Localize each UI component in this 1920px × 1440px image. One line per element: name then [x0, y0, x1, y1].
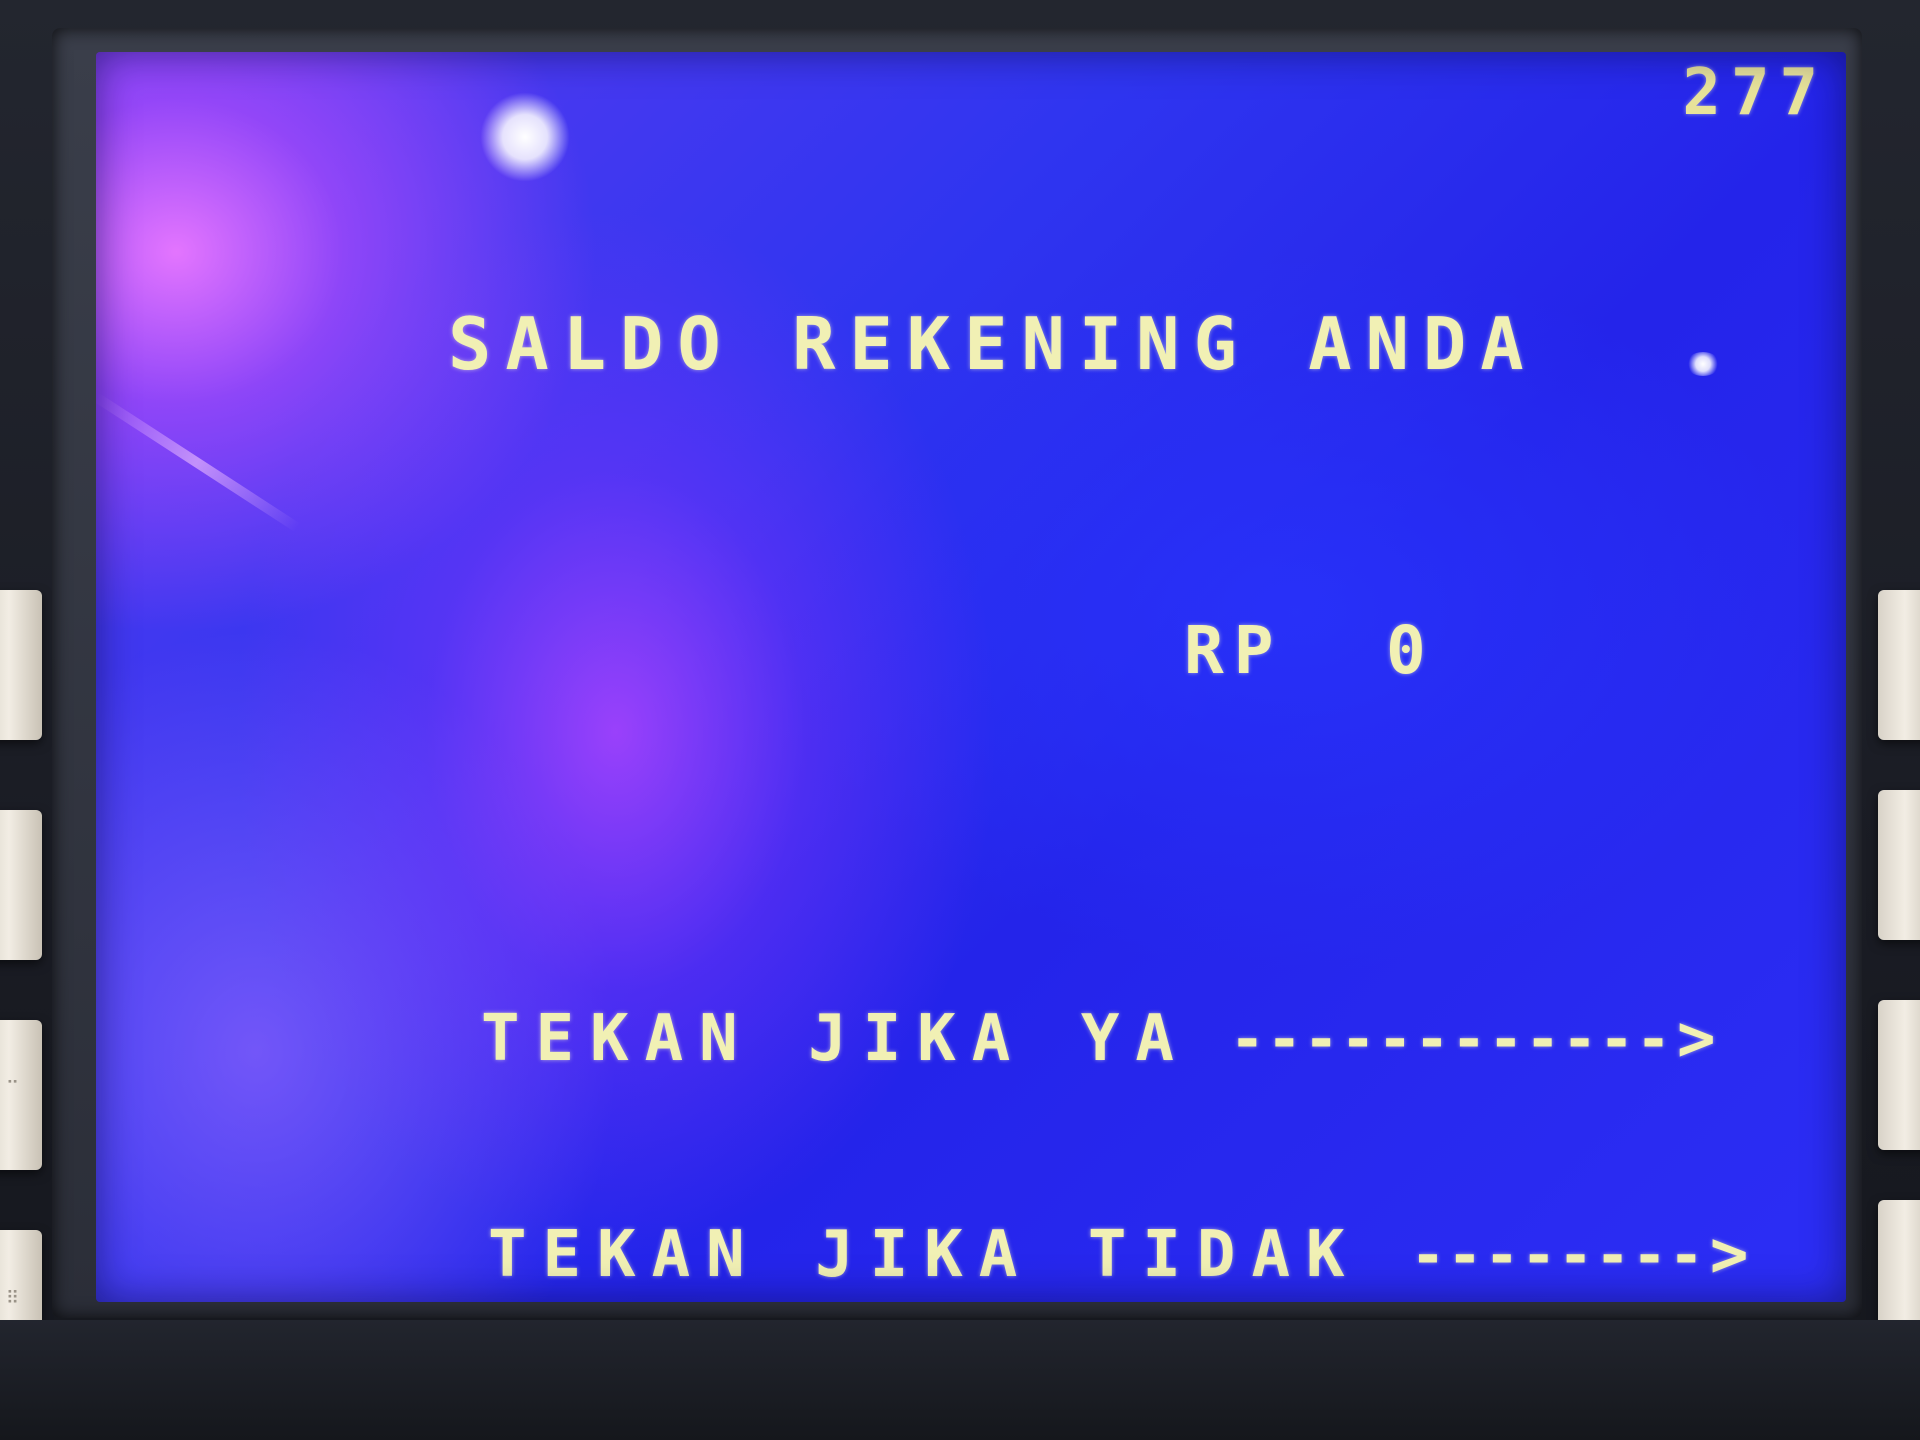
option-yes-label: TEKAN JIKA YA: [481, 1002, 1190, 1076]
chevron-right-icon: >: [1709, 1218, 1765, 1292]
braille-dots-icon: ⠉: [6, 1078, 22, 1099]
left-function-key-3[interactable]: ⠉: [0, 1020, 42, 1170]
left-function-key-1[interactable]: [0, 590, 42, 740]
chevron-right-icon: >: [1676, 1002, 1732, 1076]
left-function-key-2[interactable]: [0, 810, 42, 960]
balance-amount: 0: [1386, 612, 1426, 689]
light-glare: [480, 92, 570, 182]
option-yes[interactable]: TEKAN JIKA YA ------------ >: [481, 1002, 1731, 1076]
atm-screen: 277 SALDO REKENING ANDA RP 0 TEKAN JIKA …: [96, 52, 1846, 1302]
option-no[interactable]: TEKAN JIKA TIDAK -------- >: [488, 1218, 1764, 1292]
option-no-leader: --------: [1410, 1221, 1706, 1289]
option-yes-leader: ------------: [1229, 1005, 1673, 1073]
balance-currency: RP: [1184, 612, 1284, 689]
right-function-key-2[interactable]: [1878, 790, 1920, 940]
screen-code: 277: [1682, 56, 1828, 130]
reflection-streak: [96, 392, 301, 532]
atm-lower-panel: [0, 1320, 1920, 1440]
braille-dots-icon: ⠿: [6, 1288, 22, 1309]
light-glare-small: [1686, 352, 1720, 376]
option-no-label: TEKAN JIKA TIDAK: [488, 1218, 1361, 1292]
right-function-key-1[interactable]: [1878, 590, 1920, 740]
right-function-key-3-yes[interactable]: [1878, 1000, 1920, 1150]
atm-terminal: ⠉ ⠿ 277 SALDO REKENING ANDA RP 0 TEKAN J…: [0, 0, 1920, 1440]
page-title: SALDO REKENING ANDA: [448, 302, 1538, 386]
